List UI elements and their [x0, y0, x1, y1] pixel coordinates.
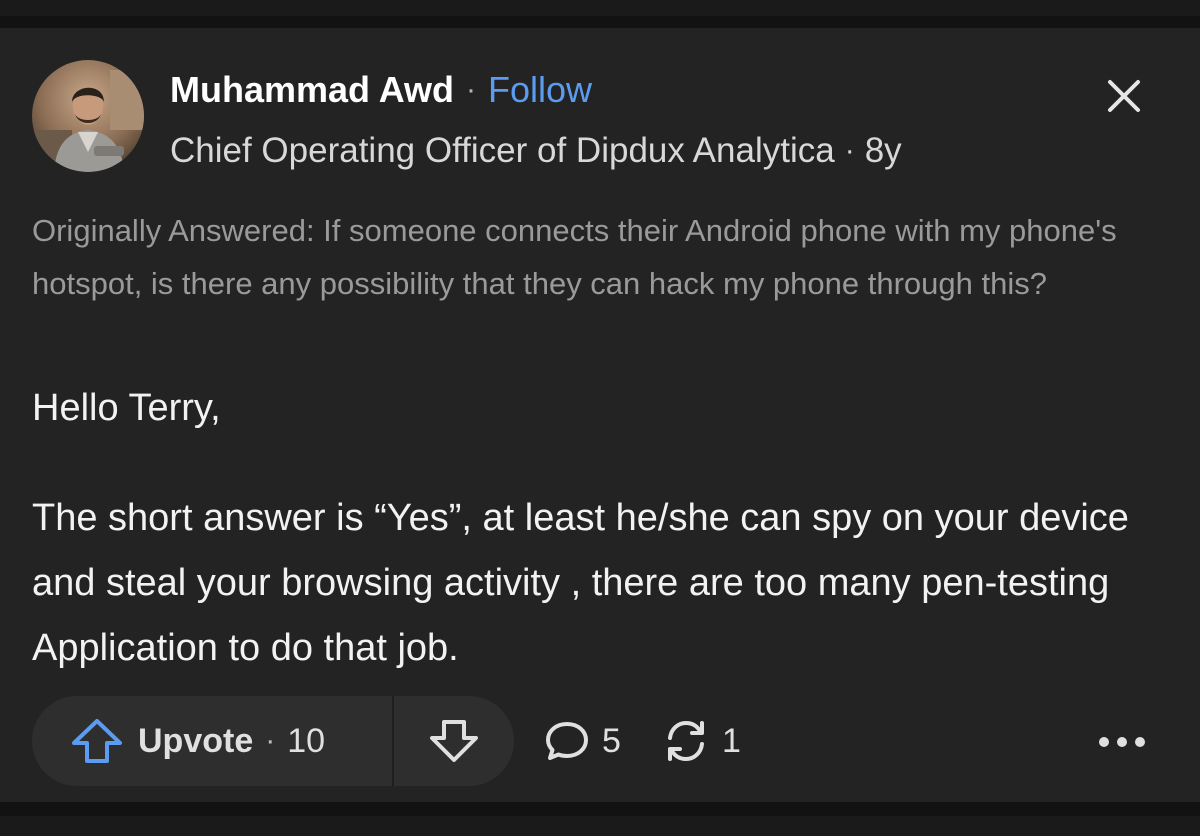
share-button[interactable]: 1 [662, 718, 741, 764]
vote-pill: Upvote · 10 [32, 696, 514, 786]
answer-age: 8y [864, 131, 902, 170]
top-strip [0, 0, 1200, 16]
comment-button[interactable]: 5 [544, 718, 621, 764]
more-icon [1099, 737, 1145, 747]
original-question[interactable]: Originally Answered: If someone connects… [32, 204, 1172, 310]
upvote-button[interactable]: Upvote · 10 [32, 696, 392, 786]
separator-dot: · [466, 73, 477, 106]
upvote-arrow-icon [72, 719, 122, 763]
downvote-arrow-icon [430, 720, 478, 762]
close-icon [1108, 80, 1140, 112]
comment-icon [546, 722, 588, 760]
author-credential: Chief Operating Officer of Dipdux Analyt… [170, 131, 835, 170]
follow-button[interactable]: Follow [488, 69, 592, 111]
share-icon [668, 720, 704, 762]
answer-card: Muhammad Awd · Follow Chief Operating Of… [0, 28, 1200, 802]
separator-dot: · [844, 134, 855, 167]
more-options-button[interactable] [1090, 728, 1154, 756]
answer-paragraph: The short answer is “Yes”, at least he/s… [32, 497, 1129, 669]
author-name[interactable]: Muhammad Awd [170, 69, 454, 111]
answer-greeting: Hello Terry, [32, 387, 221, 429]
close-button[interactable] [1100, 72, 1148, 120]
bottom-strip [0, 816, 1200, 836]
share-count: 1 [722, 721, 741, 760]
avatar-photo [32, 60, 144, 172]
separator-dot: · [265, 724, 276, 757]
comment-count: 5 [602, 721, 621, 760]
author-avatar[interactable] [32, 60, 144, 172]
author-credential-line: Chief Operating Officer of Dipdux Analyt… [170, 128, 902, 174]
upvote-label: Upvote [138, 721, 254, 760]
upvote-count: 10 [287, 721, 326, 760]
author-line: Muhammad Awd · Follow [170, 68, 592, 112]
downvote-button[interactable] [394, 696, 514, 786]
